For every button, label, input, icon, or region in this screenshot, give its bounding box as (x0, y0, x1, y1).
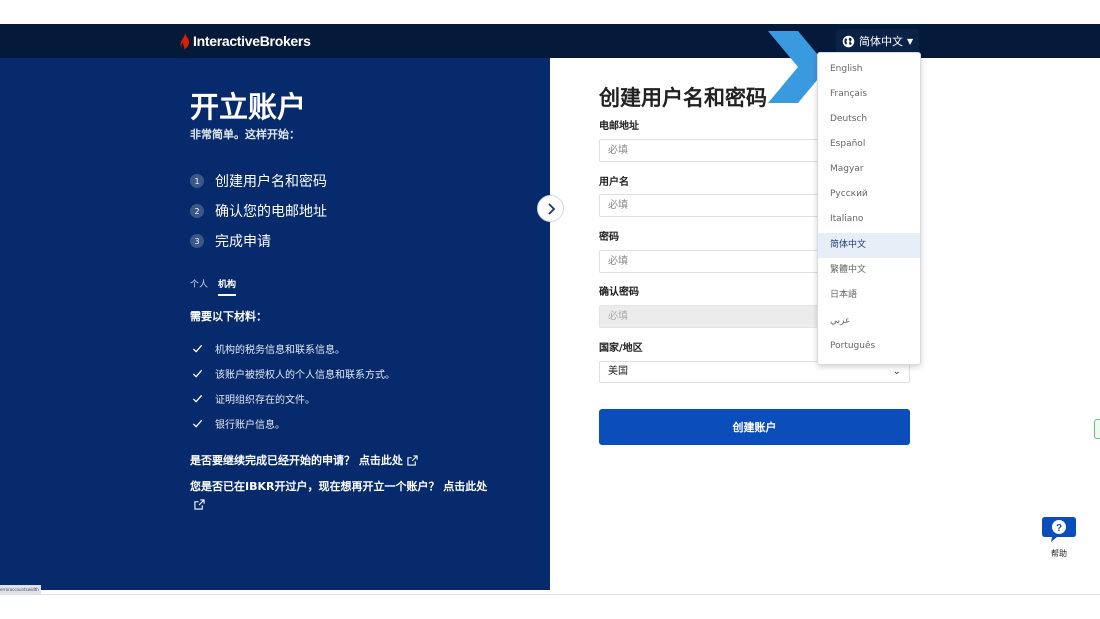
country-label: 国家/地区 (599, 343, 643, 354)
language-option-traditional-chinese[interactable]: 繁體中文 (818, 258, 920, 283)
list-item: 机构的税务信息和联系信息。 (192, 336, 395, 361)
divider (0, 594, 1100, 595)
account-type-tabs: 个人 机构 (190, 277, 246, 296)
language-selector-button[interactable]: 简体中文 ▼ (836, 29, 920, 53)
debug-tag: erroraccountswidth (0, 585, 41, 594)
continue-application-text: 是否要继续完成已经开始的申请？ 点击此处 (190, 454, 403, 467)
language-option-portuguese[interactable]: Português (818, 334, 920, 359)
help-widget[interactable]: ? 帮助 (1040, 515, 1078, 559)
language-option-spanish[interactable]: Español (818, 132, 920, 157)
list-item: 银行账户信息。 (192, 411, 395, 436)
intro-panel: 开立账户 非常简单。这样开始： 1 创建用户名和密码 2 确认您的电邮地址 3 … (0, 58, 550, 590)
language-dropdown-menu: English Français Deutsch Español Magyar … (817, 52, 921, 365)
password-label: 密码 (599, 232, 619, 243)
language-option-arabic[interactable]: عربي (818, 309, 920, 334)
check-icon (192, 419, 203, 428)
existing-account-text: 您是否已在IBKR开过户，现在想再开立一个账户？ 点击此处 (190, 480, 488, 493)
page-title: 开立账户 (190, 90, 307, 124)
step-number: 3 (190, 234, 204, 248)
tab-institution[interactable]: 机构 (218, 277, 237, 296)
external-link-icon (407, 454, 418, 466)
tab-individual[interactable]: 个人 (190, 277, 208, 296)
check-icon (192, 394, 203, 403)
step-item: 3 完成申请 (190, 226, 327, 256)
chevron-down-icon: ⌄ (892, 366, 901, 377)
material-label: 机构的税务信息和联系信息。 (215, 345, 345, 356)
side-feedback-tab[interactable] (1094, 419, 1100, 439)
check-icon (192, 344, 203, 353)
continue-application-link[interactable]: 是否要继续完成已经开始的申请？ 点击此处 (190, 452, 418, 468)
chevron-right-icon (547, 202, 555, 215)
page: InteractiveBrokers 简体中文 ▼ 开立账户 非常简单。这样开始… (0, 0, 1100, 619)
step-item: 2 确认您的电邮地址 (190, 196, 327, 226)
material-label: 该账户被授权人的个人信息和联系方式。 (215, 370, 395, 381)
list-item: 该账户被授权人的个人信息和联系方式。 (192, 361, 395, 386)
language-option-russian[interactable]: Русский (818, 182, 920, 207)
brand-flame-icon (180, 33, 189, 49)
external-link-icon (194, 499, 205, 510)
form-title: 创建用户名和密码 (599, 86, 767, 110)
language-option-german[interactable]: Deutsch (818, 107, 920, 132)
brand-name: InteractiveBrokers (193, 33, 311, 49)
language-option-italian[interactable]: Italiano (818, 207, 920, 232)
language-selector-label: 简体中文 (859, 35, 903, 48)
step-number: 2 (190, 204, 204, 218)
email-label: 电邮地址 (599, 121, 639, 132)
check-icon (192, 369, 203, 378)
language-option-japanese[interactable]: 日本語 (818, 283, 920, 308)
globe-icon (842, 35, 855, 47)
language-option-hungarian[interactable]: Magyar (818, 157, 920, 182)
caret-down-icon: ▼ (907, 36, 914, 46)
materials-heading: 需要以下材料： (190, 310, 267, 323)
create-account-label: 创建账户 (732, 421, 777, 434)
username-label: 用户名 (599, 177, 629, 188)
steps-list: 1 创建用户名和密码 2 确认您的电邮地址 3 完成申请 (190, 166, 327, 256)
page-subtitle: 非常简单。这样开始： (190, 128, 300, 141)
existing-account-link[interactable]: 您是否已在IBKR开过户，现在想再开立一个账户？ 点击此处 (190, 477, 500, 515)
next-arrow-button[interactable] (537, 195, 564, 222)
step-label: 确认您的电邮地址 (215, 204, 327, 220)
step-label: 完成申请 (215, 234, 271, 250)
step-number: 1 (190, 174, 204, 188)
help-label: 帮助 (1051, 549, 1067, 558)
brand-logo[interactable]: InteractiveBrokers (180, 31, 311, 51)
step-label: 创建用户名和密码 (215, 174, 327, 190)
language-option-french[interactable]: Français (818, 82, 920, 107)
top-nav: InteractiveBrokers 简体中文 ▼ (0, 24, 1100, 58)
step-item: 1 创建用户名和密码 (190, 166, 327, 196)
material-label: 证明组织存在的文件。 (215, 395, 315, 406)
country-value: 美国 (608, 366, 628, 377)
language-option-simplified-chinese[interactable]: 简体中文 (818, 233, 920, 258)
help-bubble-icon: ? (1042, 517, 1076, 542)
svg-text:?: ? (1056, 523, 1062, 534)
language-option-english[interactable]: English (818, 57, 920, 82)
materials-list: 机构的税务信息和联系信息。 该账户被授权人的个人信息和联系方式。 证明组织存在的… (192, 336, 395, 436)
material-label: 银行账户信息。 (215, 420, 285, 431)
confirm-password-label: 确认密码 (599, 287, 639, 298)
list-item: 证明组织存在的文件。 (192, 386, 395, 411)
create-account-button[interactable]: 创建账户 (599, 409, 910, 445)
